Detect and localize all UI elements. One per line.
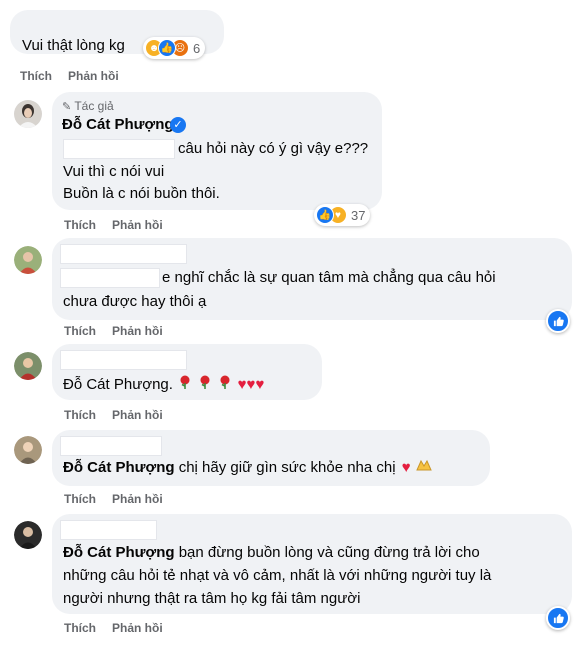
rose-emoji-icon — [177, 374, 193, 396]
like-reaction-icon[interactable] — [546, 606, 570, 630]
avatar[interactable] — [14, 246, 42, 274]
comment-line: người nhưng thật ra tâm họ kg fải tâm ng… — [63, 590, 361, 607]
comment-line: Buồn là c nói buồn thôi. — [63, 185, 220, 202]
reply-button[interactable]: Phản hồi — [112, 218, 163, 232]
rose-emoji-icon — [217, 374, 233, 396]
comment-actions: Thích Phản hồi — [64, 324, 179, 338]
like-reaction-icon[interactable] — [546, 309, 570, 333]
heart-emoji-icon: ♥ — [401, 459, 411, 476]
reaction-summary[interactable]: ☻ 👍 ☹ 6 — [143, 37, 206, 59]
mentioned-user[interactable]: Đỗ Cát Phượng — [63, 459, 175, 476]
comment-actions: Thích Phản hồi — [64, 218, 179, 232]
like-reaction-icon: 👍 — [158, 39, 176, 57]
comment-line: câu hỏi này có ý gì vậy e??? — [178, 140, 369, 157]
like-button[interactable]: Thích — [64, 492, 96, 506]
avatar[interactable] — [14, 436, 42, 464]
reaction-summary[interactable]: 👍 ♥ 37 — [314, 204, 371, 226]
pen-icon: ✎ — [62, 101, 72, 113]
comment-actions: Thích Phản hồi — [64, 492, 179, 506]
comment-actions: Thích Phản hồi — [20, 69, 135, 83]
like-button[interactable]: Thích — [64, 408, 96, 422]
like-button[interactable]: Thích — [64, 324, 96, 338]
comment-line: Đỗ Cát Phượng bạn đừng buồn lòng và cũng… — [63, 544, 480, 561]
reply-button[interactable]: Phản hồi — [112, 324, 163, 338]
redacted-name — [60, 436, 162, 456]
pray-emoji-icon — [415, 458, 433, 478]
heart-emoji-icon: ♥ — [237, 375, 247, 393]
like-button[interactable]: Thích — [64, 621, 96, 635]
reply-button[interactable]: Phản hồi — [112, 492, 163, 506]
like-button[interactable]: Thích — [20, 69, 52, 83]
redacted-name — [60, 244, 187, 264]
avatar[interactable] — [14, 100, 42, 128]
comment-line: chưa được hay thôi ạ — [63, 293, 207, 310]
comment-line: Vui thì c nói vui — [63, 163, 165, 180]
heart-emoji-icon: ♥ — [255, 375, 265, 393]
reaction-count: 6 — [193, 40, 201, 56]
reply-button[interactable]: Phản hồi — [112, 408, 163, 422]
verified-icon: ✓ — [170, 117, 186, 133]
redacted-name — [60, 350, 187, 370]
mentioned-user[interactable]: Đỗ Cát Phượng — [63, 544, 175, 561]
comment-line: e nghĩ chắc là sự quan tâm mà chẳng qua … — [162, 269, 496, 286]
avatar[interactable] — [14, 352, 42, 380]
comment-author[interactable]: Đỗ Cát Phượng — [62, 115, 174, 135]
comment-line: những câu hỏi tẻ nhạt và vô cảm, nhất là… — [63, 567, 492, 584]
comment-actions: Thích Phản hồi — [64, 621, 179, 635]
mentioned-user[interactable]: Đỗ Cát Phượng — [63, 376, 169, 393]
redacted-name — [60, 520, 157, 540]
like-button[interactable]: Thích — [64, 218, 96, 232]
comment-line: Đỗ Cát Phượng. ♥♥♥ — [63, 374, 264, 396]
reply-button[interactable]: Phản hồi — [112, 621, 163, 635]
reaction-count: 37 — [351, 207, 366, 223]
redacted-mention — [63, 139, 175, 159]
comment-line: Đỗ Cát Phượng chị hãy giữ gìn sức khỏe n… — [63, 458, 433, 478]
avatar[interactable] — [14, 521, 42, 549]
comment-actions: Thích Phản hồi — [64, 408, 179, 422]
redacted-mention — [60, 268, 160, 288]
comment-text: Vui thật lòng kg — [22, 37, 125, 54]
reply-button[interactable]: Phản hồi — [68, 69, 119, 83]
like-reaction-icon: 👍 — [316, 206, 334, 224]
author-badge: ✎ Tác giả — [62, 99, 114, 113]
rose-emoji-icon — [197, 374, 213, 396]
